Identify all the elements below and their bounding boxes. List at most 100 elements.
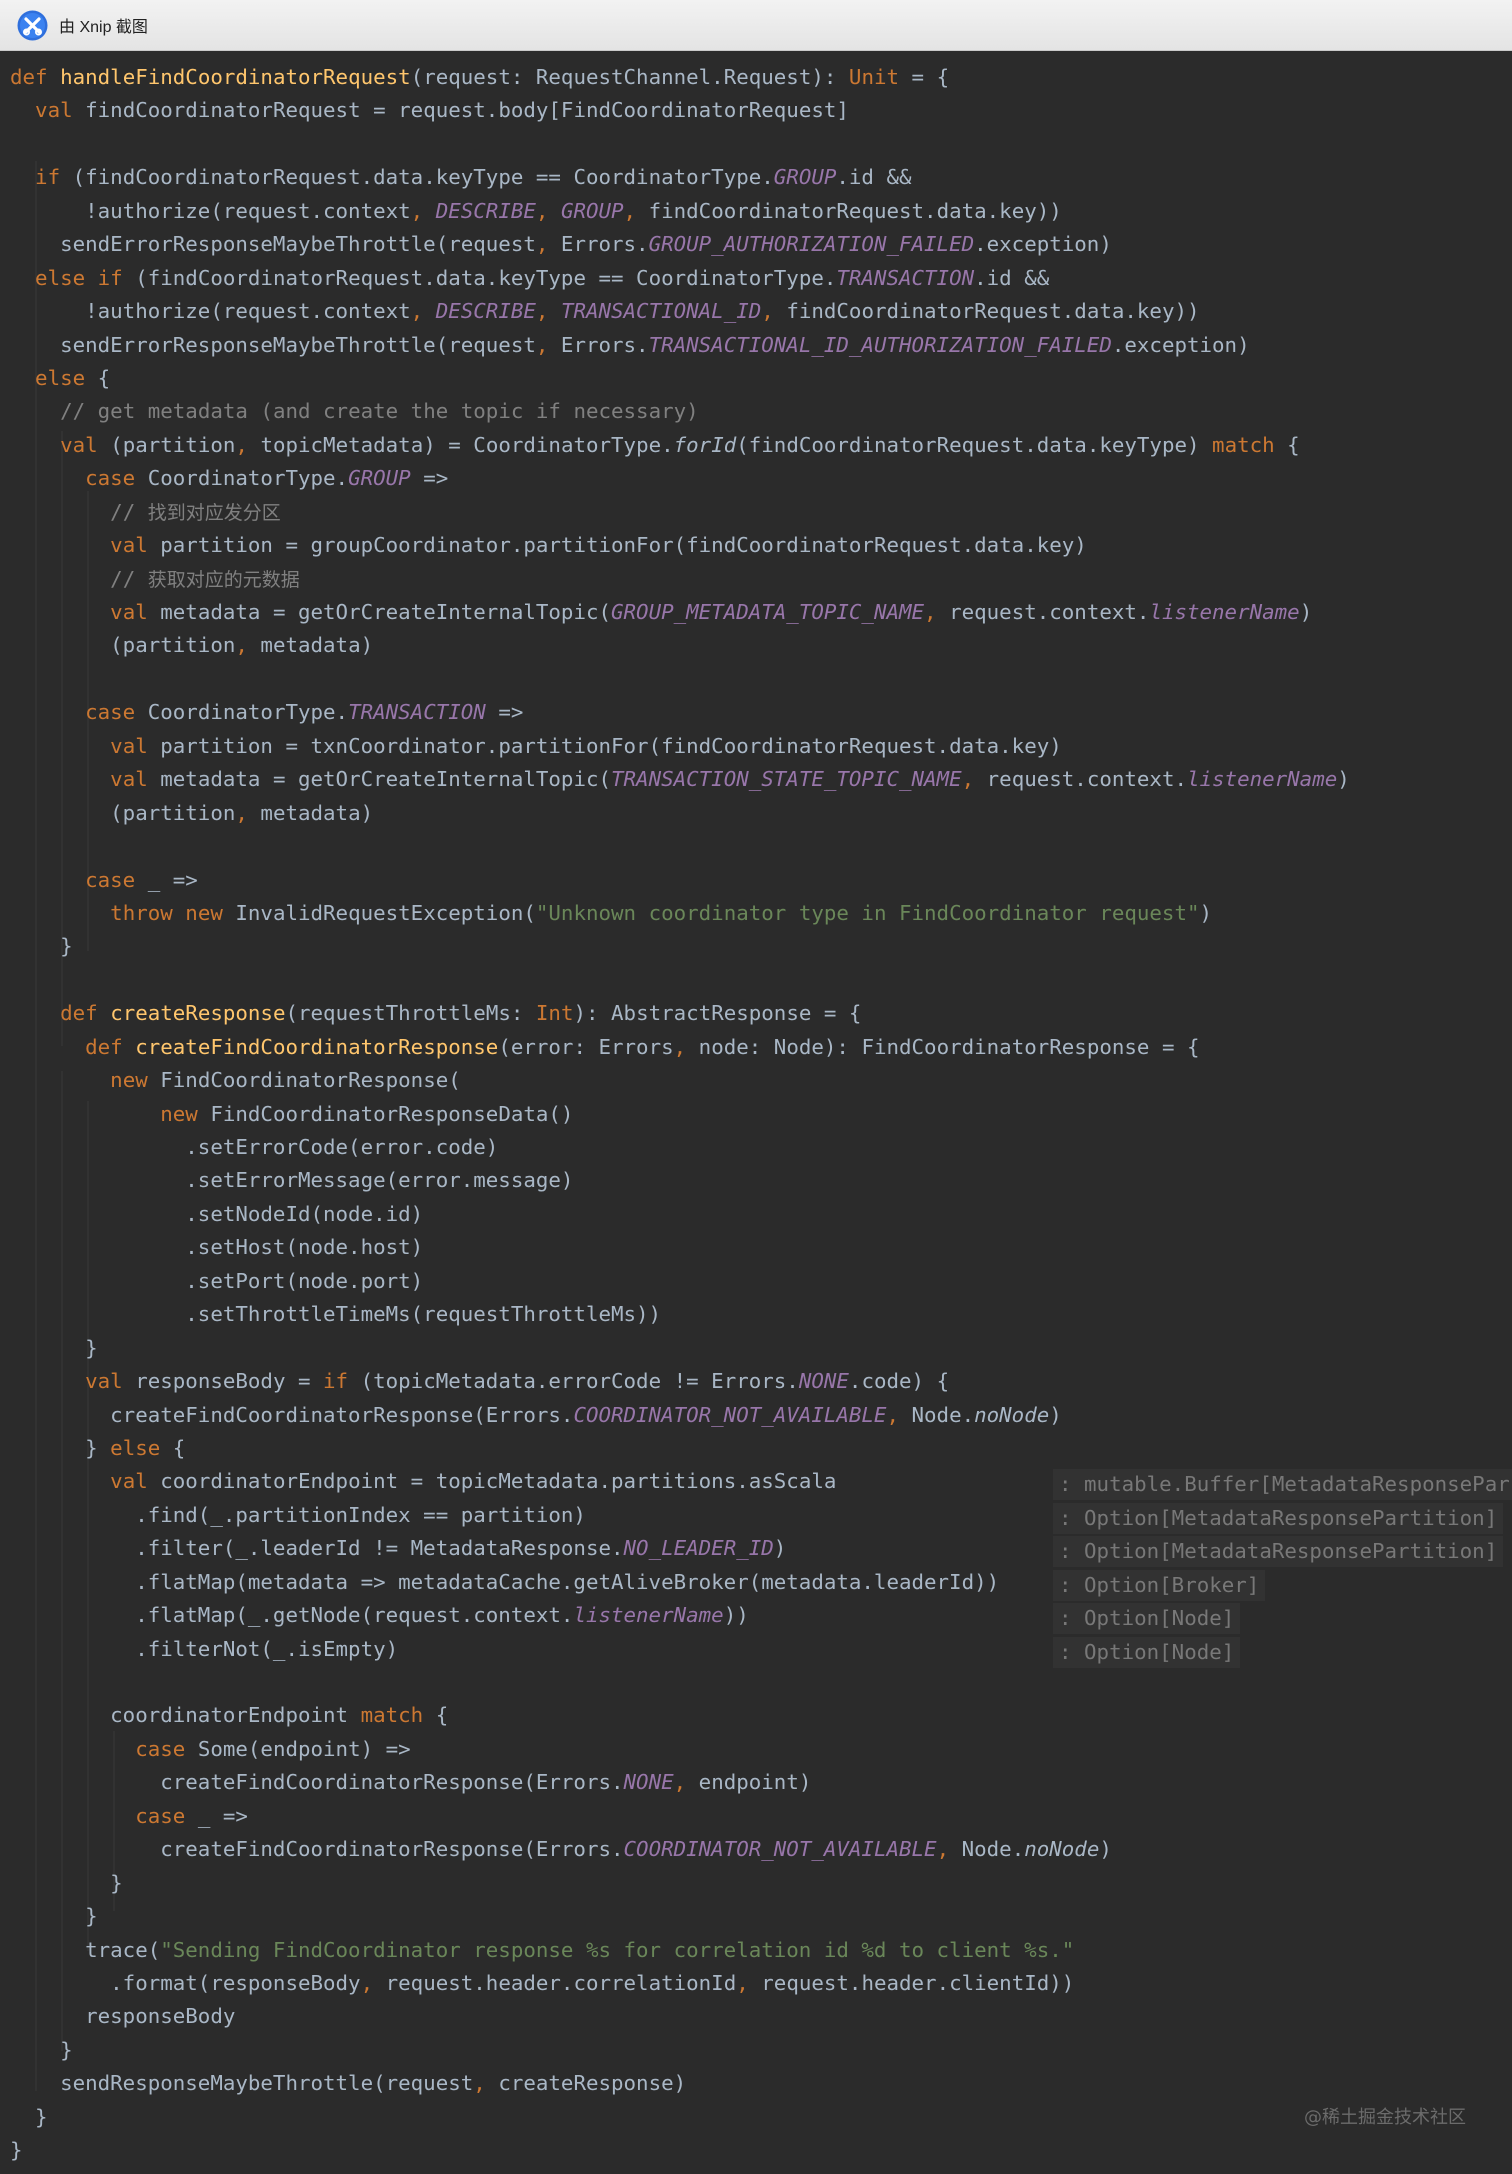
- code-token: DESCRIBE: [435, 198, 536, 223]
- code-token: createFindCoordinatorResponse: [135, 1034, 499, 1059]
- code-editor[interactable]: def handleFindCoordinatorRequest(request…: [0, 51, 1512, 2174]
- code-token: .exception): [1111, 332, 1250, 357]
- inlay-type-hint: : Option[Node]: [1053, 1603, 1241, 1634]
- code-token: (topicMetadata.errorCode != Errors.: [360, 1369, 799, 1394]
- code-token: if: [323, 1369, 361, 1394]
- watermark: @稀土掘金技术社区: [1304, 2107, 1466, 2128]
- code-line: sendErrorResponseMaybeThrottle(request, …: [10, 228, 1350, 261]
- code-token: }: [10, 934, 73, 959]
- code-token: .setNodeId(node.id): [10, 1201, 424, 1226]
- code-line: .format(responseBody, request.header.cor…: [10, 1967, 1350, 2000]
- code-line: new FindCoordinatorResponse(: [10, 1064, 1350, 1097]
- code-line: coordinatorEndpoint match {: [10, 1699, 1350, 1732]
- code-token: COORDINATOR_NOT_AVAILABLE: [623, 1837, 937, 1862]
- code-token: ,: [473, 2071, 499, 2096]
- code-line: case CoordinatorType.TRANSACTION =>: [10, 696, 1350, 729]
- code-token: node: Node): FindCoordinatorResponse = {: [698, 1034, 1200, 1059]
- code-token: .setErrorMessage(error.message): [10, 1168, 574, 1193]
- code-token: // get metadata (and create the topic if…: [60, 399, 699, 424]
- code-token: request.header.correlationId: [385, 1970, 737, 1995]
- code-token: createResponse): [498, 2071, 687, 2096]
- code-token: (partition: [10, 800, 236, 825]
- code-token: val: [110, 600, 161, 624]
- code-token: ,: [673, 1034, 699, 1059]
- code-line: !authorize(request.context, DESCRIBE, TR…: [10, 295, 1350, 328]
- code-token: "Unknown coordinator type in FindCoordin…: [535, 900, 1200, 925]
- code-token: 获取对应的元数据: [147, 568, 300, 591]
- code-token: ,: [886, 1402, 912, 1427]
- code-token: //: [110, 566, 148, 591]
- code-token: CoordinatorType.: [147, 700, 349, 725]
- code-line: val partition = txnCoordinator.partition…: [10, 730, 1350, 763]
- code-token: ,: [235, 633, 261, 658]
- code-token: Int: [535, 1001, 574, 1026]
- code-line: if (findCoordinatorRequest.data.keyType …: [10, 161, 1350, 194]
- code-token: val: [35, 98, 86, 123]
- code-line: new FindCoordinatorResponseData(): [10, 1098, 1350, 1131]
- code-token: {: [1287, 432, 1300, 457]
- window-titlebar: 由 Xnip 截图: [0, 0, 1512, 51]
- code-token: }: [10, 1335, 98, 1360]
- code-token: .id &&: [836, 165, 912, 190]
- code-token: (findCoordinatorRequest.data.keyType == …: [135, 265, 837, 290]
- code-token: TRANSACTION: [348, 700, 486, 725]
- code-token: ,: [410, 299, 436, 324]
- code-token: .code) {: [848, 1369, 950, 1394]
- code-token: Some(endpoint) =>: [197, 1736, 411, 1761]
- code-token: GROUP_AUTHORIZATION_FAILED: [648, 232, 975, 257]
- code-token: )): [723, 1603, 749, 1628]
- code-line: sendErrorResponseMaybeThrottle(request, …: [10, 329, 1350, 362]
- code-line: createFindCoordinatorResponse(Errors.NON…: [10, 1766, 1350, 1799]
- code-token: ): [1299, 600, 1313, 624]
- code-line: } else {: [10, 1432, 1350, 1465]
- code-token: NONE: [623, 1770, 674, 1795]
- code-token: else: [35, 365, 98, 390]
- code-token: ): [1337, 767, 1350, 792]
- code-line: createFindCoordinatorResponse(Errors.COO…: [10, 1833, 1350, 1866]
- inlay-type-hint: : Option[MetadataResponsePartition]: [1053, 1503, 1504, 1534]
- code-token: ,: [535, 198, 561, 223]
- code-token: GROUP: [348, 466, 411, 491]
- code-token: val: [110, 733, 161, 758]
- code-token: "Sending FindCoordinator response %s for…: [160, 1937, 1075, 1962]
- code-token: sendErrorResponseMaybeThrottle(request: [10, 232, 536, 257]
- code-token: new: [160, 1101, 211, 1126]
- code-token: FindCoordinatorResponseData(): [210, 1101, 574, 1126]
- code-line: .setNodeId(node.id): [10, 1198, 1350, 1231]
- code-token: }: [10, 1435, 111, 1460]
- code-line: def handleFindCoordinatorRequest(request…: [10, 61, 1350, 94]
- code-line: val responseBody = if (topicMetadata.err…: [10, 1365, 1350, 1398]
- code-line: !authorize(request.context, DESCRIBE, GR…: [10, 195, 1350, 228]
- code-token: endpoint): [698, 1770, 812, 1795]
- code-token: //: [110, 499, 148, 524]
- code-token: def: [60, 1001, 111, 1026]
- code-line: }: [10, 1867, 1350, 1900]
- code-token: .setPort(node.port): [10, 1268, 424, 1293]
- code-token: .setThrottleTimeMs(requestThrottleMs)): [10, 1302, 662, 1327]
- code-token: (request: RequestChannel.Request):: [410, 65, 849, 89]
- code-token: ,: [235, 800, 261, 825]
- code-token: createResponse: [110, 1001, 286, 1026]
- code-token: {: [172, 1435, 186, 1460]
- code-line: .setThrottleTimeMs(requestThrottleMs)): [10, 1298, 1350, 1331]
- code-token: partition = txnCoordinator.partitionFor(…: [160, 733, 1062, 758]
- code-token: {: [97, 365, 111, 390]
- code-block: def handleFindCoordinatorRequest(request…: [10, 61, 1350, 2168]
- code-token: ,: [736, 1970, 762, 1995]
- code-token: GROUP: [560, 198, 624, 223]
- code-token: 找到对应发分区: [147, 501, 281, 524]
- code-line: // get metadata (and create the topic if…: [10, 395, 1350, 428]
- code-token: listenerName: [1187, 767, 1338, 792]
- code-token: request.header.clientId)): [761, 1970, 1075, 1995]
- code-token: findCoordinatorRequest = request.body[Fi…: [85, 98, 849, 123]
- code-token: metadata): [260, 800, 374, 825]
